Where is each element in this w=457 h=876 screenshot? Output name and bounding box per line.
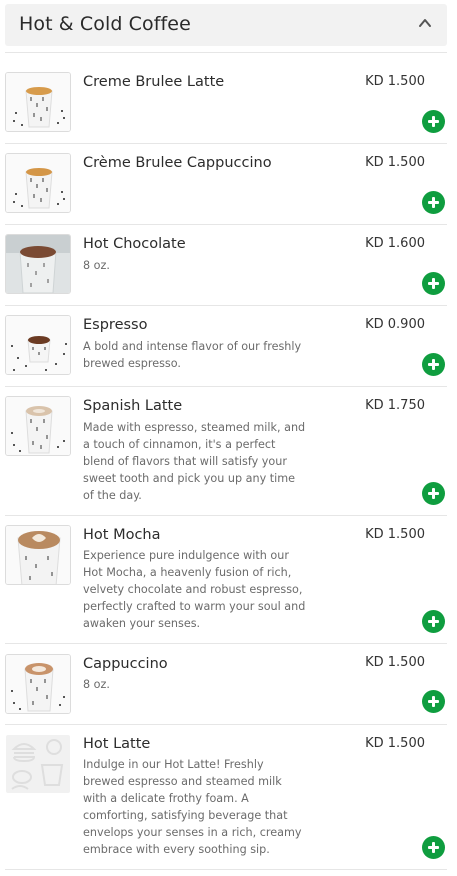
- chevron-up-icon[interactable]: [418, 16, 432, 30]
- item-description: 8 oz.: [83, 259, 110, 272]
- item-image[interactable]: [5, 525, 71, 585]
- item-name: Espresso: [83, 317, 148, 333]
- item-price: KD 1.750: [365, 398, 425, 413]
- divider: [5, 305, 447, 306]
- item-description: Made with espresso, steamed milk, and a …: [83, 421, 306, 502]
- item-name: Hot Mocha: [83, 527, 161, 543]
- divider: [5, 143, 447, 144]
- divider: [5, 724, 447, 725]
- add-to-cart-button[interactable]: [422, 610, 445, 633]
- item-image[interactable]: [5, 734, 71, 794]
- item-description: Indulge in our Hot Latte! Freshly brewed…: [83, 758, 302, 856]
- cup-icon: [6, 154, 70, 212]
- cup-icon: [6, 526, 70, 584]
- item-price: KD 1.500: [365, 155, 425, 170]
- add-to-cart-button[interactable]: [422, 482, 445, 505]
- item-name: Hot Chocolate: [83, 236, 186, 252]
- item-price: KD 1.500: [365, 527, 425, 542]
- cup-icon: [6, 655, 70, 713]
- add-to-cart-button[interactable]: [422, 110, 445, 133]
- add-to-cart-button[interactable]: [422, 272, 445, 295]
- item-name: Creme Brulee Latte: [83, 74, 225, 90]
- divider: [5, 386, 447, 387]
- item-price: KD 1.500: [365, 74, 425, 89]
- item-image[interactable]: [5, 153, 71, 213]
- cup-icon: [6, 316, 70, 374]
- item-image[interactable]: [5, 315, 71, 375]
- item-image[interactable]: [5, 654, 71, 714]
- item-image[interactable]: [5, 72, 71, 132]
- add-to-cart-button[interactable]: [422, 353, 445, 376]
- item-image[interactable]: [5, 234, 71, 294]
- item-description: Experience pure indulgence with our Hot …: [83, 549, 306, 630]
- placeholder-food-icon: [6, 735, 70, 793]
- cup-icon: [6, 73, 70, 131]
- item-image[interactable]: [5, 396, 71, 456]
- section-title: Hot & Cold Coffee: [19, 13, 191, 35]
- divider: [5, 643, 447, 644]
- item-price: KD 1.600: [365, 236, 425, 251]
- divider: [5, 869, 447, 870]
- add-to-cart-button[interactable]: [422, 191, 445, 214]
- add-to-cart-button[interactable]: [422, 690, 445, 713]
- add-to-cart-button[interactable]: [422, 836, 445, 859]
- item-price: KD 1.500: [365, 736, 425, 751]
- item-description: A bold and intense flavor of our freshly…: [83, 340, 302, 370]
- item-name: Crème Brulee Cappuccino: [83, 155, 272, 171]
- item-name: Spanish Latte: [83, 398, 183, 414]
- item-name: Hot Latte: [83, 736, 151, 752]
- item-price: KD 1.500: [365, 655, 425, 670]
- divider: [5, 52, 447, 53]
- cup-icon: [6, 397, 70, 455]
- item-price: KD 0.900: [365, 317, 425, 332]
- section-header[interactable]: Hot & Cold Coffee: [5, 4, 447, 46]
- item-name: Cappuccino: [83, 656, 168, 672]
- divider: [5, 224, 447, 225]
- divider: [5, 515, 447, 516]
- cup-icon: [6, 235, 70, 293]
- item-description: 8 oz.: [83, 678, 110, 691]
